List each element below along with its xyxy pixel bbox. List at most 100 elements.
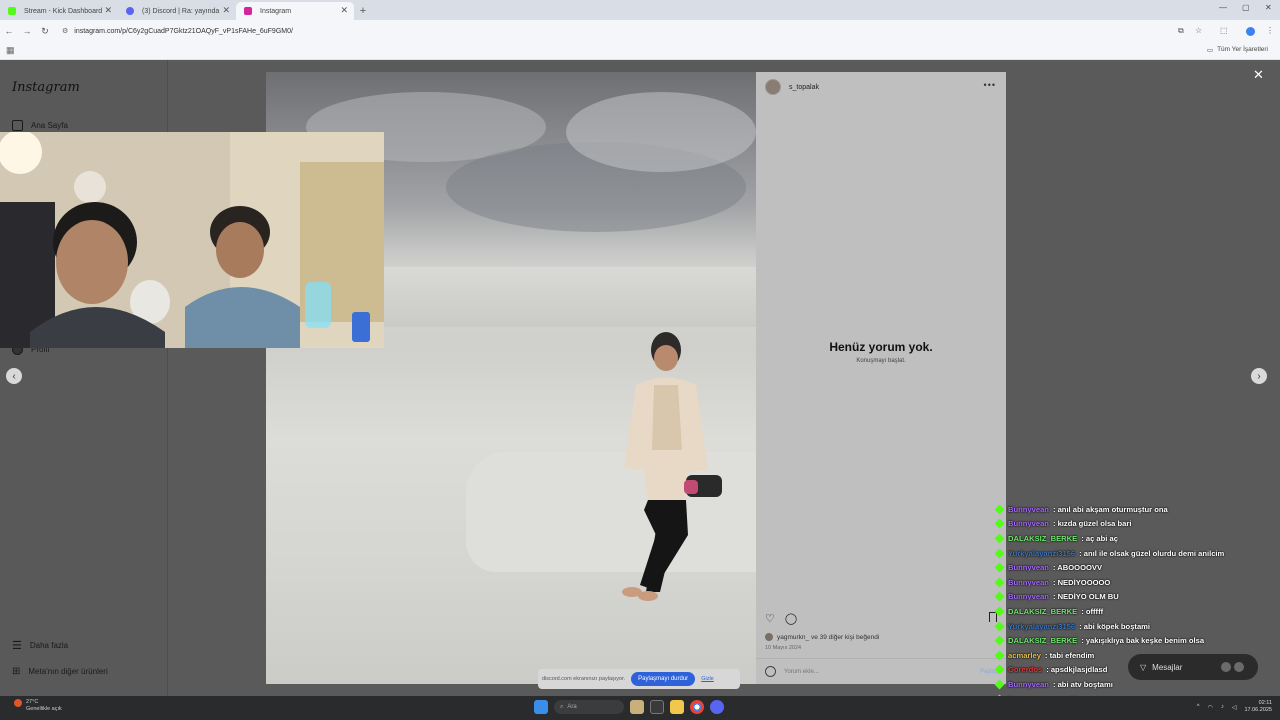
nav-home[interactable]: Ana Sayfa: [12, 120, 68, 131]
chat-username[interactable]: Gorerdos: [1007, 665, 1043, 674]
likes-summary[interactable]: yagmurkn_ ve 39 diğer kişi beğendi: [765, 633, 879, 641]
weather-widget[interactable]: 27°C Genellikle açık: [14, 699, 62, 713]
webcam-scene: [0, 132, 384, 348]
clock-date: 17.06.2025: [1244, 707, 1272, 713]
tab-title: Instagram: [260, 7, 292, 15]
reload-icon[interactable]: ↻: [36, 26, 54, 37]
close-post-icon[interactable]: ✕: [1253, 67, 1264, 83]
url-field[interactable]: ⚙ instagram.com/p/C6y2gCuadP7Gktz21OAQyF…: [62, 24, 1162, 38]
instagram-logo[interactable]: Instagram: [12, 80, 80, 95]
post-header: s_topalak •••: [756, 72, 1006, 102]
person-figure: [622, 332, 722, 601]
weather-icon: [14, 699, 22, 707]
bookmark-star-icon[interactable]: ☆: [1195, 26, 1202, 35]
chat-text: : anıl ile olsak güzel olurdu demi anilc…: [1079, 548, 1225, 558]
chat-username[interactable]: Bunnyvean: [1007, 592, 1050, 601]
subscriber-badge-icon: [994, 533, 1005, 544]
file-explorer-icon[interactable]: [670, 700, 684, 714]
site-info-icon[interactable]: ⚙: [62, 27, 68, 35]
subscriber-badge-icon: [994, 577, 1005, 588]
all-bookmarks-button[interactable]: ▭ Tüm Yer İşaretleri: [1207, 46, 1268, 54]
chat-message: Yurkyalayanzi3156: abi köpek boştami: [994, 619, 1280, 634]
previous-post-button[interactable]: ‹: [6, 368, 22, 384]
tab-kick-dashboard[interactable]: Stream - Kick Dashboard ✕: [0, 2, 118, 20]
browser-tab-bar: Stream - Kick Dashboard ✕ (3) Discord | …: [0, 0, 1280, 20]
chat-message: acmarley: tabi efendim: [994, 648, 1280, 663]
install-icon[interactable]: ⧉: [1178, 26, 1184, 36]
new-tab-button[interactable]: +: [354, 2, 372, 20]
discord-favicon-icon: [126, 7, 134, 15]
screen-share-bar: discord.com ekranınızı paylaşıyor. Payla…: [538, 669, 740, 689]
nav-meta-products[interactable]: ⊞ Meta'nın diğer ürünleri: [12, 666, 108, 677]
emoji-icon[interactable]: [765, 666, 776, 677]
profile-avatar-icon[interactable]: [1246, 27, 1255, 36]
taskbar-clock[interactable]: 02:11 17.06.2025: [1244, 700, 1272, 714]
chat-username[interactable]: DALAKSIZ_BERKE: [1007, 534, 1078, 543]
apps-grid-icon[interactable]: ▦: [6, 45, 15, 56]
chat-username[interactable]: Bunnyvean: [1007, 680, 1050, 689]
taskbar-search[interactable]: ⌕ Ara: [554, 700, 624, 714]
volume-icon[interactable]: ◁: [1232, 704, 1237, 711]
back-icon[interactable]: ←: [0, 26, 18, 36]
chat-username[interactable]: Bunnyvean: [1007, 563, 1050, 572]
close-tab-icon[interactable]: ✕: [340, 5, 348, 16]
comment-input[interactable]: Yorum ekle...: [784, 669, 819, 675]
subscriber-badge-icon: [994, 664, 1005, 675]
comment-bubble-icon[interactable]: ◯: [785, 612, 797, 625]
tab-title: Stream - Kick Dashboard: [24, 7, 103, 15]
menu-kebab-icon[interactable]: ⋮: [1266, 26, 1274, 35]
hamburger-icon: ☰: [12, 640, 22, 652]
forward-icon[interactable]: →: [18, 26, 36, 36]
tab-instagram[interactable]: Instagram ✕: [236, 2, 354, 20]
chat-username[interactable]: Yurkyalayanzi3156: [1007, 622, 1076, 631]
chrome-icon[interactable]: [690, 700, 704, 714]
chat-text: : anıl abi akşam oturmuştur ona: [1052, 504, 1168, 514]
chevron-left-icon: ‹: [12, 370, 16, 382]
author-username[interactable]: s_topalak: [789, 84, 819, 91]
chat-text: : ABOOOOVV: [1052, 563, 1103, 573]
chat-username[interactable]: DALAKSIZ_BERKE: [1007, 607, 1078, 616]
chat-message: DALAKSIZ_BERKE: yakışıklıya bak keşke be…: [994, 633, 1280, 648]
clock-time: 02:11: [1258, 700, 1272, 706]
extensions-icon[interactable]: ⬚: [1220, 26, 1228, 35]
chat-username[interactable]: Bunnyvean: [1007, 505, 1050, 514]
share-status-text: discord.com ekranınızı paylaşıyor.: [542, 676, 626, 682]
chat-username[interactable]: acmarley: [1007, 651, 1042, 660]
subscriber-badge-icon: [994, 650, 1005, 661]
close-tab-icon[interactable]: ✕: [222, 5, 230, 16]
chat-message: Bunnyvean: abi atv boştamı: [994, 677, 1280, 692]
hide-share-bar-link[interactable]: Gizle: [701, 676, 714, 682]
chat-text: : tabi efendim: [1044, 650, 1095, 660]
subscriber-badge-icon: [994, 606, 1005, 617]
close-tab-icon[interactable]: ✕: [104, 5, 112, 16]
cloud-shape: [566, 92, 756, 172]
stop-sharing-button[interactable]: Paylaşmayı durdur: [631, 672, 696, 686]
next-post-button[interactable]: ›: [1251, 368, 1267, 384]
post-side-panel: s_topalak ••• Henüz yorum yok. Konuşmayı…: [756, 72, 1006, 684]
chat-username[interactable]: Bunnyvean: [1007, 578, 1050, 587]
network-icon[interactable]: ◠: [1208, 704, 1213, 711]
more-options-icon[interactable]: •••: [984, 80, 996, 90]
chat-text: : offfff: [1081, 606, 1104, 616]
subscriber-badge-icon: [994, 679, 1005, 690]
folder-icon: ▭: [1206, 47, 1214, 54]
home-icon: [12, 120, 23, 131]
window-close-icon[interactable]: ✕: [1265, 3, 1272, 12]
chat-username[interactable]: Yurkyalayanzi3156: [1007, 549, 1076, 558]
chat-username[interactable]: Bunnyvean: [1007, 519, 1050, 528]
discord-icon[interactable]: [710, 700, 724, 714]
tab-discord[interactable]: (3) Discord | Ra: yayında ✕: [118, 2, 236, 20]
chat-username[interactable]: DALAKSIZ_BERKE: [1007, 636, 1078, 645]
minimize-icon[interactable]: —: [1219, 3, 1227, 12]
widget-app-icon[interactable]: [630, 700, 644, 714]
task-view-icon[interactable]: [650, 700, 664, 714]
like-heart-icon[interactable]: ♡: [765, 612, 775, 625]
tray-chevron-icon[interactable]: ^: [1197, 704, 1200, 710]
windows-start-icon[interactable]: [534, 700, 548, 714]
webcam-overlay: [0, 132, 384, 348]
nav-more[interactable]: ☰ Daha fazla: [12, 639, 68, 652]
author-avatar[interactable]: [765, 79, 781, 95]
maximize-icon[interactable]: ▢: [1242, 3, 1250, 12]
mic-icon[interactable]: ♪: [1221, 704, 1224, 710]
subscriber-badge-icon: [994, 518, 1005, 529]
